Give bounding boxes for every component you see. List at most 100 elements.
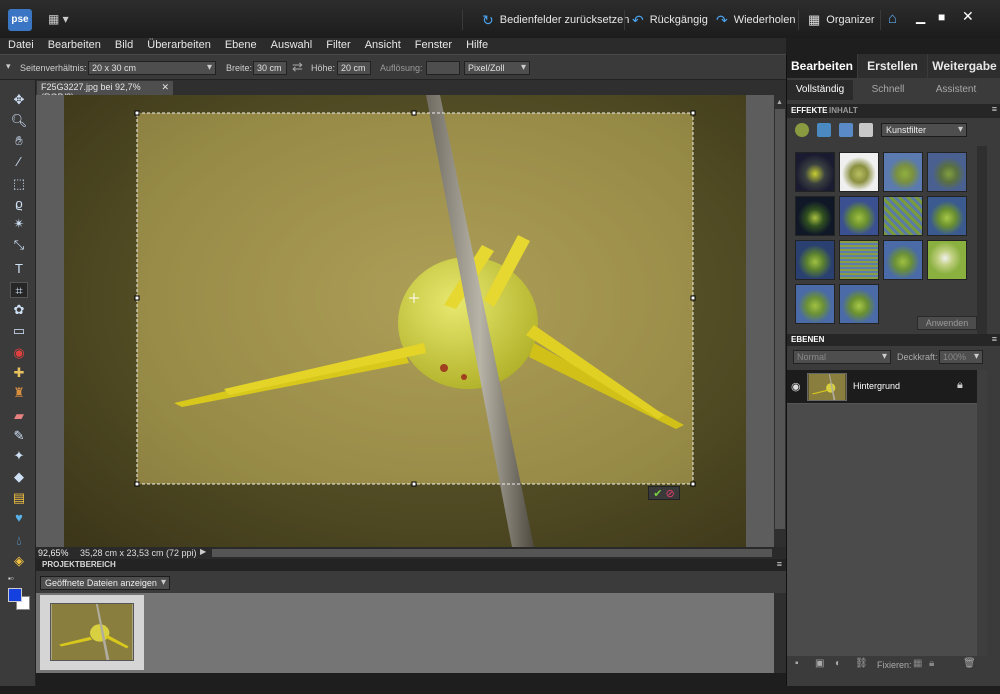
tool-preset-icon[interactable]: ▾ <box>6 61 11 72</box>
project-bin-scrollbar[interactable] <box>774 593 786 673</box>
magic-wand-tool-icon[interactable]: ✴ <box>10 216 28 232</box>
photo-canvas[interactable] <box>64 95 746 547</box>
height-input[interactable]: 20 cm <box>337 61 371 75</box>
effect-thumbnail[interactable] <box>927 152 967 192</box>
effect-thumbnail[interactable] <box>839 196 879 236</box>
close-document-icon[interactable]: ✕ <box>161 82 169 93</box>
blend-mode-select[interactable]: Normal <box>793 350 891 364</box>
menu-fenster[interactable]: Fenster <box>407 38 458 54</box>
effect-thumbnail[interactable] <box>883 152 923 192</box>
undo-button[interactable]: ↶ Rückgängig <box>632 12 708 28</box>
cookie-cutter-tool-icon[interactable]: ✿ <box>10 302 28 318</box>
layer-styles-icon[interactable] <box>817 123 831 137</box>
layout-menu-button[interactable]: ▦ ▾ <box>48 12 76 28</box>
blur-tool-icon[interactable]: 💧︎ <box>10 533 28 549</box>
new-group-icon[interactable]: ▣ <box>815 658 824 669</box>
type-tool-icon[interactable]: T <box>10 261 28 277</box>
layers-scrollbar[interactable] <box>977 370 987 656</box>
photo-effects-icon[interactable] <box>839 123 853 137</box>
effect-thumbnail[interactable] <box>795 284 835 324</box>
canvas-horizontal-scrollbar[interactable] <box>212 549 772 557</box>
filters-icon[interactable] <box>795 123 809 137</box>
effect-thumbnail[interactable] <box>883 240 923 280</box>
resolution-input[interactable] <box>426 61 460 75</box>
layer-row[interactable]: ◉ Hintergrund 🔒︎ <box>787 370 977 404</box>
maximize-icon[interactable]: ■ <box>938 10 952 24</box>
document-tab[interactable]: F25G3227.jpg bei 92,7% (RGB/8) ✕ <box>37 81 173 102</box>
reset-panels-button[interactable]: ↻ Bedienfelder zurücksetzen <box>482 12 629 28</box>
menu-ueberarbeiten[interactable]: Überarbeiten <box>139 38 217 54</box>
project-thumbnail[interactable] <box>40 595 144 670</box>
apply-effect-button[interactable]: Anwenden <box>917 316 977 330</box>
menu-datei[interactable]: Datei <box>0 38 40 54</box>
minimize-icon[interactable]: ▁ <box>916 10 930 24</box>
zoom-level[interactable]: 92,65% <box>38 548 69 558</box>
canvas-vertical-scrollbar[interactable]: ▲ <box>774 95 786 547</box>
default-colors-icon[interactable]: ▪▫ <box>8 574 14 583</box>
menu-hilfe[interactable]: Hilfe <box>458 38 494 54</box>
tab-erstellen[interactable]: Erstellen <box>858 54 927 78</box>
trash-icon[interactable]: 🗑︎ <box>963 658 976 669</box>
effect-thumbnail[interactable] <box>795 240 835 280</box>
lasso-tool-icon[interactable]: ϱ <box>10 196 28 212</box>
shape-tool-icon[interactable]: ♥ <box>10 510 28 526</box>
menu-ansicht[interactable]: Ansicht <box>357 38 407 54</box>
cancel-icon[interactable]: ⊘ <box>666 487 675 500</box>
marquee-tool-icon[interactable]: ⬚ <box>10 176 28 192</box>
subtab-assistent[interactable]: Assistent <box>923 80 989 100</box>
effect-thumbnail[interactable] <box>839 152 879 192</box>
effect-thumbnail[interactable] <box>839 284 879 324</box>
clone-stamp-tool-icon[interactable]: ♜ <box>10 385 28 401</box>
healing-brush-tool-icon[interactable]: ✚ <box>10 365 28 381</box>
adjustment-layer-icon[interactable]: ◐ <box>835 658 841 669</box>
status-menu-icon[interactable]: ▶ <box>200 547 206 556</box>
resolution-unit-select[interactable]: Pixel/Zoll <box>464 61 530 75</box>
paint-bucket-tool-icon[interactable]: ◆ <box>10 469 28 485</box>
straighten-tool-icon[interactable]: ▭ <box>10 323 28 339</box>
lock-transparency-icon[interactable]: ▦ <box>913 658 922 669</box>
link-icon[interactable]: ⛓︎ <box>855 658 868 669</box>
quick-selection-tool-icon[interactable]: ⤡ <box>10 237 28 253</box>
panel-menu-icon[interactable]: ≡ <box>992 334 997 344</box>
subtab-vollstaendig[interactable]: Vollständig <box>787 80 853 100</box>
effect-thumbnail[interactable] <box>927 240 967 280</box>
menu-ebene[interactable]: Ebene <box>217 38 263 54</box>
width-input[interactable]: 30 cm <box>253 61 287 75</box>
new-layer-icon[interactable]: ▪ <box>795 658 799 669</box>
effect-thumbnail[interactable] <box>795 196 835 236</box>
menu-bild[interactable]: Bild <box>107 38 139 54</box>
tab-effekte[interactable]: EFFEKTE <box>791 106 827 115</box>
foreground-color-swatch[interactable] <box>8 588 22 602</box>
filter-category-select[interactable]: Kunstfilter <box>881 123 967 137</box>
tab-bearbeiten[interactable]: Bearbeiten <box>787 54 857 78</box>
hand-tool-icon[interactable]: ✋︎ <box>10 133 28 149</box>
brush-tool-icon[interactable]: ✎ <box>10 428 28 444</box>
redo-button[interactable]: ↷ Wiederholen <box>716 12 796 28</box>
move-tool-icon[interactable]: ✥ <box>10 92 28 108</box>
project-filter-select[interactable]: Geöffnete Dateien anzeigen <box>40 576 170 590</box>
swap-icon[interactable]: ⇄ <box>292 59 303 75</box>
effect-thumbnail[interactable] <box>927 196 967 236</box>
subtab-schnell[interactable]: Schnell <box>855 80 921 100</box>
menu-filter[interactable]: Filter <box>318 38 356 54</box>
tab-weitergabe[interactable]: Weitergabe <box>928 54 1000 78</box>
panel-menu-icon[interactable]: ≡ <box>992 104 997 114</box>
all-effects-icon[interactable] <box>859 123 873 137</box>
commit-icon[interactable]: ✔ <box>653 487 662 500</box>
panel-menu-icon[interactable]: ≡ <box>777 559 782 569</box>
gradient-tool-icon[interactable]: ▤ <box>10 490 28 506</box>
aspect-select[interactable]: 20 x 30 cm <box>88 61 216 75</box>
smart-brush-tool-icon[interactable]: ✦ <box>10 448 28 464</box>
eraser-tool-icon[interactable]: ▰ <box>10 408 28 424</box>
effect-thumbnail[interactable] <box>883 196 923 236</box>
visibility-eye-icon[interactable]: ◉ <box>791 380 801 393</box>
tab-inhalt[interactable]: INHALT <box>829 106 858 115</box>
home-icon[interactable]: ⌂ <box>888 10 906 28</box>
close-icon[interactable]: ✕ <box>962 8 976 24</box>
sponge-tool-icon[interactable]: ◈ <box>10 553 28 569</box>
menu-auswahl[interactable]: Auswahl <box>263 38 319 54</box>
eyedropper-tool-icon[interactable]: ⁄ <box>10 154 28 170</box>
menu-bearbeiten[interactable]: Bearbeiten <box>40 38 107 54</box>
zoom-tool-icon[interactable]: 🔍︎ <box>10 113 28 129</box>
opacity-input[interactable]: 100% <box>939 350 983 364</box>
